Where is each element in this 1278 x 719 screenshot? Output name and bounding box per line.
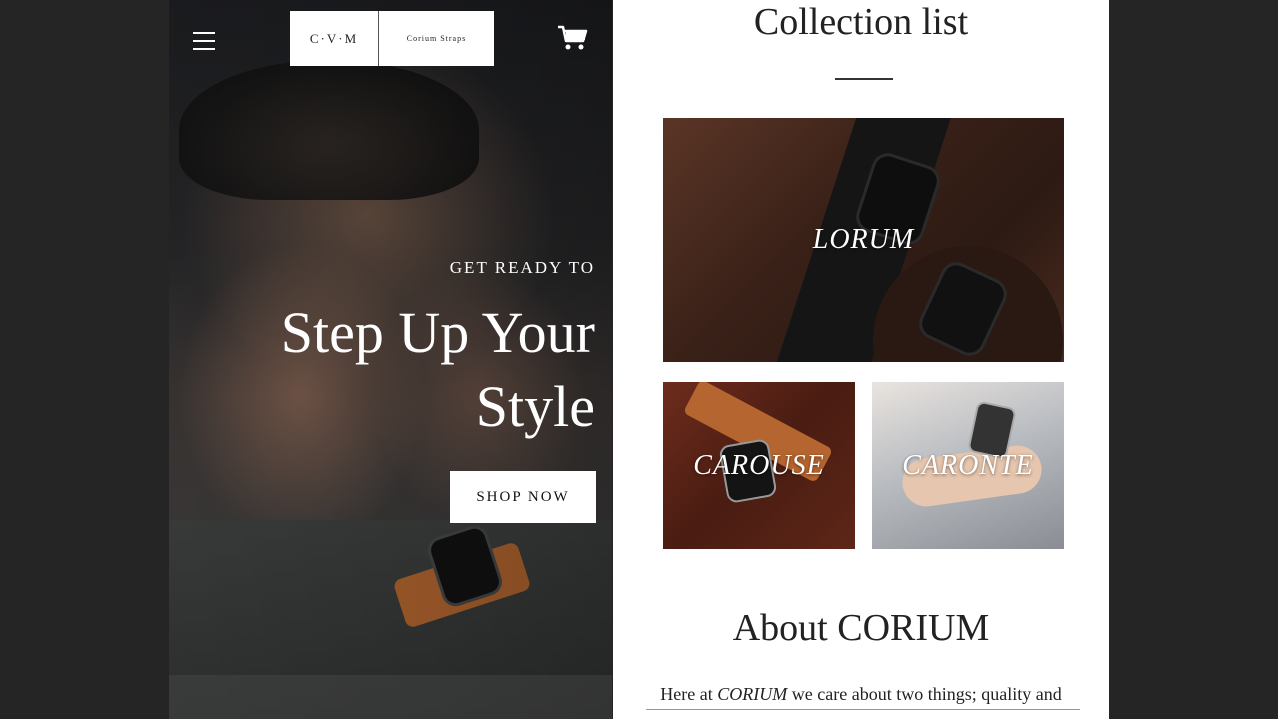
bottom-bar	[169, 675, 612, 719]
logo-name: Corium Straps	[406, 34, 467, 43]
hamburger-icon[interactable]	[193, 32, 215, 54]
collection-label: CAROUSE	[693, 449, 825, 481]
shop-now-button[interactable]: SHOP NOW	[450, 471, 596, 523]
collection-tile-lorum[interactable]: LORUM	[663, 118, 1064, 362]
store-logo[interactable]: C·V·M Corium Straps	[290, 11, 494, 66]
hero-title: Step Up Your Style	[280, 300, 595, 439]
about-title: About CORIUM	[732, 607, 990, 649]
about-text-prefix: Here at	[660, 684, 718, 704]
title-divider	[835, 78, 893, 80]
about-text-brand: CORIUM	[717, 684, 788, 704]
collection-tile-carouse[interactable]: CAROUSE	[663, 382, 855, 549]
logo-mark: C·V·M	[290, 11, 379, 66]
about-text: Here at CORIUM we care about two things;…	[613, 684, 1109, 705]
hero-screen: C·V·M Corium Straps GET READY TO Step Up…	[169, 0, 612, 719]
collection-list-title: Collection list	[753, 1, 969, 43]
hero-eyebrow: GET READY TO	[449, 258, 595, 277]
collection-tile-caronte[interactable]: CARONTE	[872, 382, 1064, 549]
collection-label: LORUM	[812, 224, 915, 255]
collection-label: CARONTE	[902, 449, 1034, 481]
about-text-suffix: we care about two things; quality and	[787, 684, 1062, 704]
bottom-divider	[646, 709, 1080, 710]
collections-screen: Collection list LORUM CAROUSE CARONTE Ab…	[613, 0, 1109, 719]
cart-icon[interactable]	[557, 24, 589, 52]
